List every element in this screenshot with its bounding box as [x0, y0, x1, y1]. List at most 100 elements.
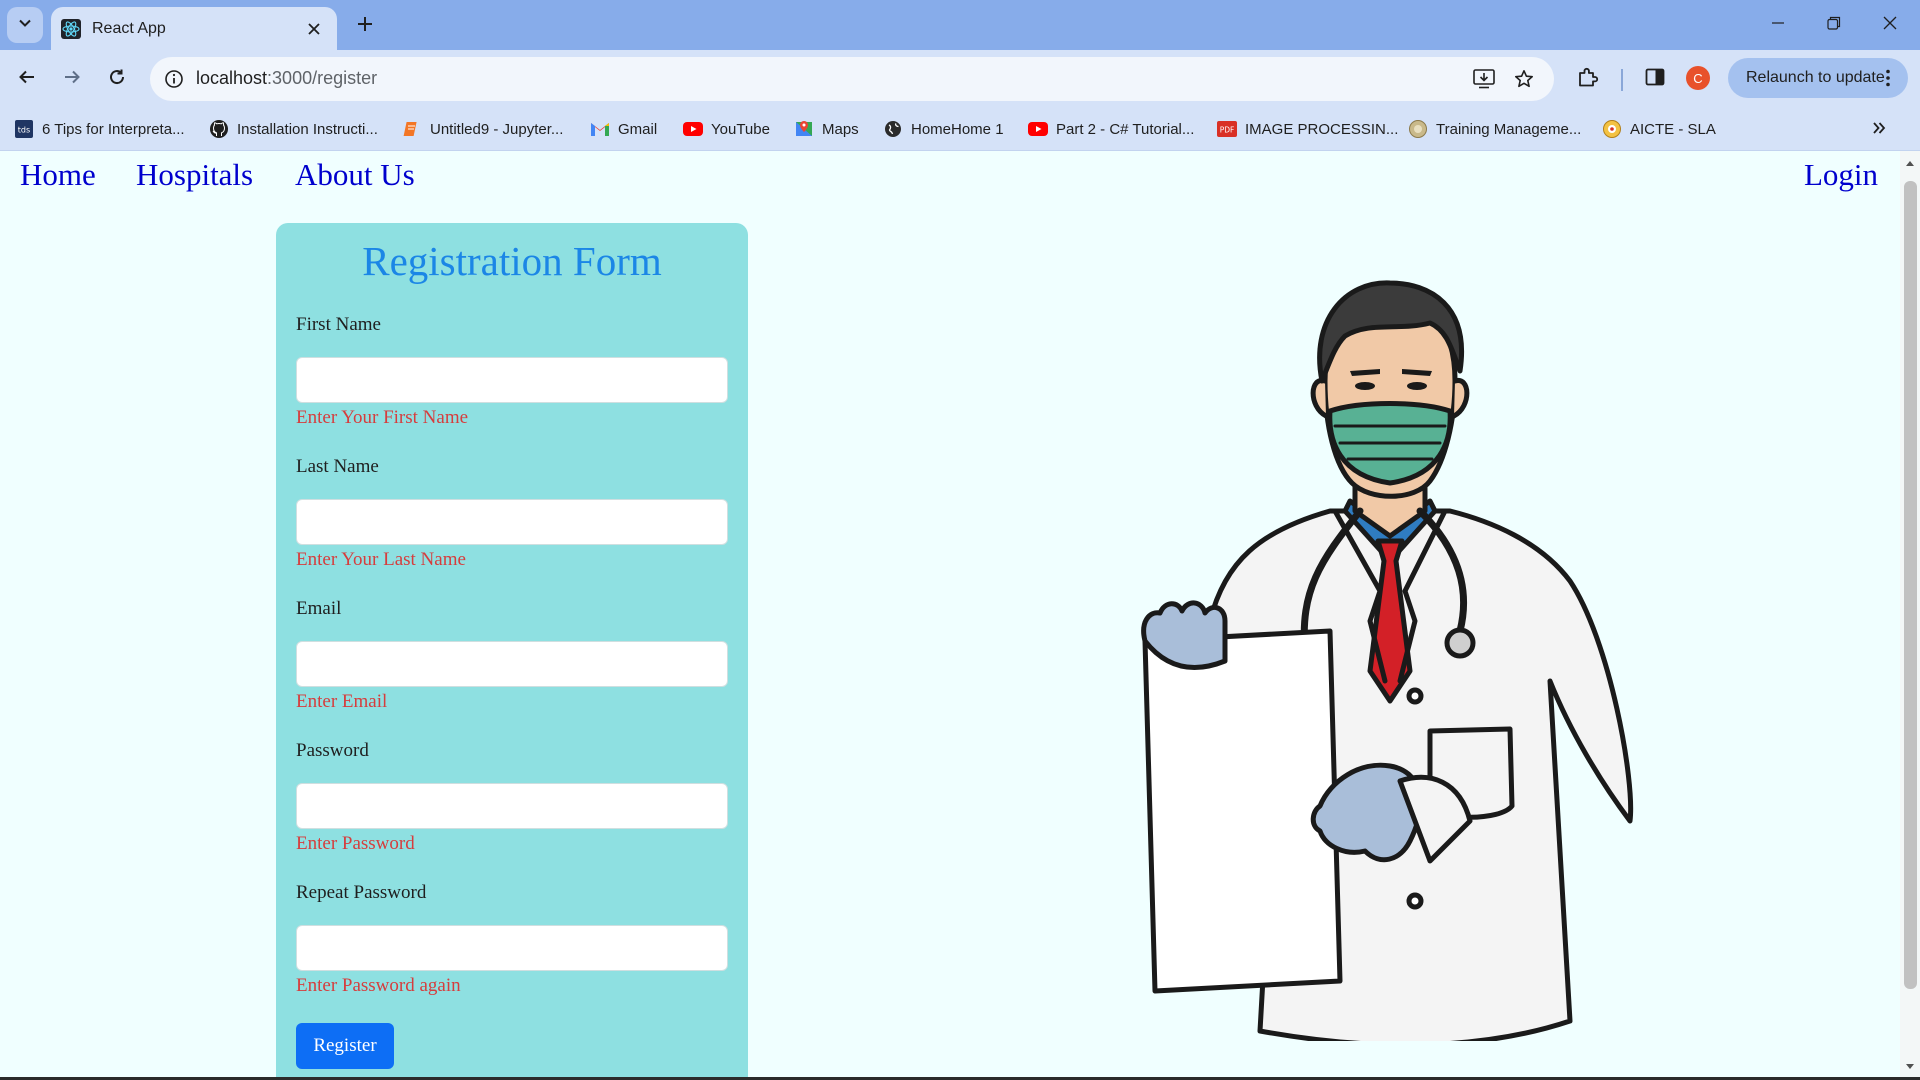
- bookmark-star-icon[interactable]: [1510, 65, 1538, 93]
- bookmark-item[interactable]: YouTube: [683, 116, 770, 142]
- bookmark-item[interactable]: Installation Instructi...: [209, 116, 378, 142]
- browser-tab[interactable]: React App: [51, 7, 337, 50]
- tab-title: React App: [92, 19, 166, 37]
- extensions-button[interactable]: [1571, 62, 1605, 96]
- react-icon: [61, 18, 81, 39]
- pdf-icon: PDF: [1217, 119, 1237, 139]
- arrow-right-icon: [63, 68, 81, 91]
- bookmarks-bar: tds 6 Tips for Interpreta... Installatio…: [0, 108, 1920, 151]
- first-name-field[interactable]: [296, 357, 728, 403]
- bookmark-label: HomeHome 1: [911, 120, 1004, 138]
- svg-text:tds: tds: [18, 126, 30, 135]
- double-chevron-right-icon: [1872, 121, 1886, 139]
- registration-form: Registration Form First Name Enter Your …: [276, 223, 748, 1080]
- bookmark-item[interactable]: Maps: [794, 116, 859, 142]
- bookmark-item[interactable]: Training Manageme...: [1408, 116, 1581, 142]
- more-menu-icon[interactable]: [1880, 66, 1896, 90]
- password-label: Password: [296, 740, 369, 761]
- email-label: Email: [296, 598, 342, 619]
- side-panel-button[interactable]: [1638, 62, 1672, 96]
- nav-hospitals-link[interactable]: Hospitals: [136, 157, 253, 193]
- email-error: Enter Email: [296, 691, 388, 712]
- plus-icon: [357, 16, 373, 37]
- nav-home-link[interactable]: Home: [20, 157, 96, 193]
- new-tab-button[interactable]: [350, 11, 380, 41]
- repeat-password-label: Repeat Password: [296, 882, 427, 903]
- nav-about-link[interactable]: About Us: [295, 157, 415, 193]
- url-path: :3000/register: [267, 68, 378, 88]
- site-info-icon[interactable]: [160, 65, 188, 93]
- gmail-icon: [590, 119, 610, 139]
- scrollbar-thumb[interactable]: [1904, 181, 1917, 989]
- repeat-password-field[interactable]: [296, 925, 728, 971]
- bookmark-label: IMAGE PROCESSIN...: [1245, 120, 1399, 138]
- last-name-field[interactable]: [296, 499, 728, 545]
- chevron-down-icon: [18, 16, 32, 35]
- restore-button[interactable]: [1806, 0, 1862, 50]
- bookmark-label: Training Manageme...: [1436, 120, 1582, 138]
- nav-login-link[interactable]: Login: [1804, 157, 1878, 193]
- svg-text:PDF: PDF: [1220, 126, 1235, 135]
- github-icon: [209, 119, 229, 139]
- bookmark-label: Gmail: [618, 120, 658, 138]
- bookmark-label: Installation Instructi...: [237, 120, 378, 138]
- close-tab-icon[interactable]: [303, 18, 325, 40]
- reload-button[interactable]: [100, 62, 134, 96]
- close-icon: [1883, 16, 1897, 35]
- bookmark-item[interactable]: HomeHome 1: [883, 116, 1004, 142]
- bookmark-label: 6 Tips for Interpreta...: [42, 120, 185, 138]
- bookmark-item[interactable]: PDF IMAGE PROCESSIN...: [1217, 116, 1398, 142]
- side-panel-icon: [1645, 67, 1665, 92]
- minimize-button[interactable]: [1750, 0, 1806, 50]
- tab-search-button[interactable]: [7, 7, 43, 43]
- browser-chrome: React App localhost:3000/register C Rela…: [0, 0, 1920, 151]
- bookmark-label: AICTE - SLA: [1630, 120, 1716, 138]
- youtube-icon: [1028, 119, 1048, 139]
- youtube-icon: [683, 119, 703, 139]
- bookmark-item[interactable]: AICTE - SLA: [1602, 116, 1716, 142]
- doctor-illustration: [1141, 280, 1634, 1041]
- globe-icon: [883, 119, 903, 139]
- browser-toolbar: localhost:3000/register: [0, 50, 1920, 108]
- restore-icon: [1827, 16, 1841, 35]
- puzzle-icon: [1577, 66, 1599, 93]
- bookmark-item[interactable]: Part 2 - C# Tutorial...: [1028, 116, 1194, 142]
- page-viewport: Home Hospitals About Us Login Registrati…: [0, 151, 1920, 1080]
- training-icon: [1408, 119, 1428, 139]
- toolbar-separator: [1621, 69, 1623, 91]
- register-button[interactable]: Register: [296, 1023, 394, 1069]
- more-bookmarks-button[interactable]: [1864, 117, 1894, 143]
- url-host: localhost: [196, 68, 268, 88]
- email-field[interactable]: [296, 641, 728, 687]
- first-name-label: First Name: [296, 314, 381, 335]
- scroll-up-icon[interactable]: [1904, 157, 1916, 169]
- scroll-down-icon[interactable]: [1904, 1061, 1916, 1073]
- relaunch-to-update-button[interactable]: Relaunch to update: [1728, 58, 1908, 98]
- maps-icon: [794, 119, 814, 139]
- profile-avatar[interactable]: C: [1686, 66, 1710, 90]
- vertical-scrollbar[interactable]: [1900, 151, 1920, 1080]
- url-text: localhost:3000/register: [196, 68, 377, 89]
- install-app-icon[interactable]: [1470, 65, 1498, 93]
- back-button[interactable]: [10, 62, 44, 96]
- bookmark-item[interactable]: Gmail: [590, 116, 657, 142]
- form-title: Registration Form: [362, 238, 662, 284]
- tab-strip: React App: [0, 0, 1920, 50]
- last-name-label: Last Name: [296, 456, 379, 477]
- bookmark-label: Untitled9 - Jupyter...: [430, 120, 564, 138]
- jupyter-icon: [402, 119, 422, 139]
- tds-icon: tds: [14, 119, 34, 139]
- repeat-password-error: Enter Password again: [296, 975, 461, 996]
- bookmark-label: Maps: [822, 120, 859, 138]
- bookmark-label: YouTube: [711, 120, 770, 138]
- relaunch-label: Relaunch to update: [1746, 69, 1885, 86]
- forward-button[interactable]: [55, 62, 89, 96]
- address-bar[interactable]: localhost:3000/register: [150, 57, 1554, 101]
- bookmark-item[interactable]: Untitled9 - Jupyter...: [402, 116, 563, 142]
- first-name-error: Enter Your First Name: [296, 407, 469, 428]
- minimize-icon: [1771, 16, 1785, 35]
- password-error: Enter Password: [296, 833, 415, 854]
- close-window-button[interactable]: [1862, 0, 1918, 50]
- bookmark-item[interactable]: tds 6 Tips for Interpreta...: [14, 116, 185, 142]
- password-field[interactable]: [296, 783, 728, 829]
